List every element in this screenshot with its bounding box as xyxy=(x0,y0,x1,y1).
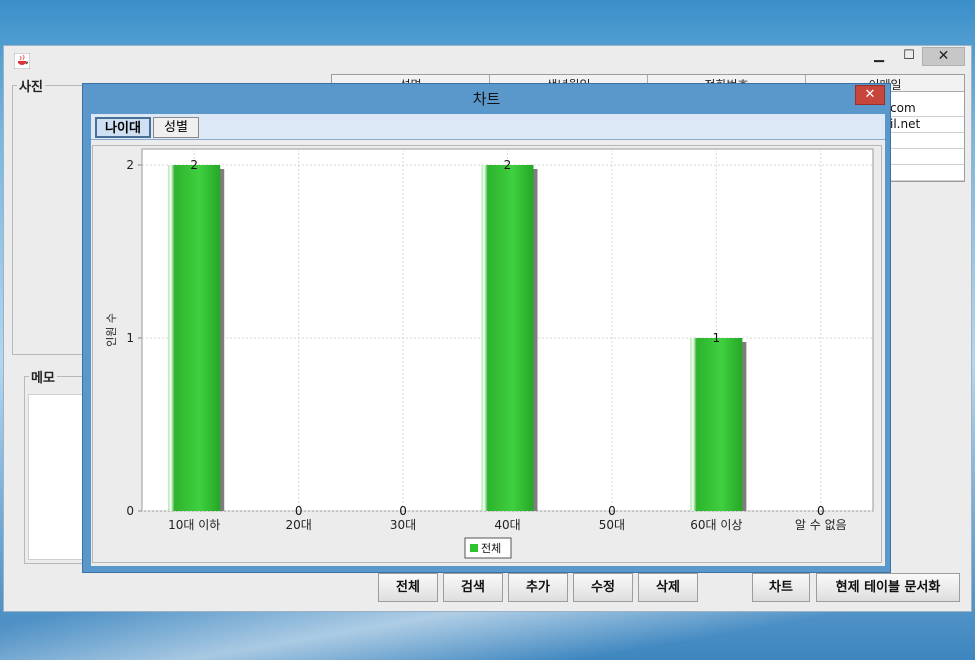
chart-dialog: 차트 ✕ 나이대 성별 0 1 2 인원 수 2 10대 이하 0 20대 0 30대 2 40대 0… xyxy=(82,83,891,573)
y-tick-label: 1 xyxy=(126,331,134,345)
x-tick-label: 10대 이하 xyxy=(168,518,220,532)
email-cell: com xyxy=(890,101,916,115)
main-close-button[interactable]: ✕ xyxy=(922,47,965,66)
x-tick-label: 60대 이상 xyxy=(690,518,742,532)
java-cup-icon xyxy=(14,53,30,69)
data-label: 0 xyxy=(399,504,407,518)
data-label: 2 xyxy=(504,158,512,172)
legend-label: 전체 xyxy=(481,542,501,555)
maximize-button[interactable]: ☐ xyxy=(896,47,922,67)
x-tick-label: 50대 xyxy=(599,518,625,532)
bar xyxy=(481,165,534,511)
dialog-close-button[interactable]: ✕ xyxy=(855,85,885,105)
data-label: 1 xyxy=(713,331,721,345)
data-label: 0 xyxy=(817,504,825,518)
bar xyxy=(168,165,221,511)
y-axis-label: 인원 수 xyxy=(105,313,118,347)
delete-button[interactable]: 삭제 xyxy=(638,573,698,602)
memo-group-label: 메모 xyxy=(31,371,55,386)
y-tick-label: 0 xyxy=(126,504,134,518)
close-icon: ✕ xyxy=(864,87,876,102)
search-button[interactable]: 검색 xyxy=(443,573,503,602)
dialog-title: 차트 xyxy=(472,90,501,108)
data-label: 2 xyxy=(190,158,198,172)
add-button[interactable]: 추가 xyxy=(508,573,568,602)
x-tick-label: 알 수 없음 xyxy=(795,518,847,532)
x-tick-label: 20대 xyxy=(285,518,311,532)
age-group-chart: 012인원 수 210대 이하020대030대240대050대160대 이상0알… xyxy=(105,148,874,559)
tab-gender[interactable]: 성별 xyxy=(153,117,199,138)
bar xyxy=(690,338,743,511)
export-table-button[interactable]: 현제 테이블 문서화 xyxy=(816,573,960,602)
chart-panel: 0 1 2 인원 수 2 10대 이하 0 20대 0 30대 2 40대 0 50대 1 60대 이상 0 알… xyxy=(92,145,882,563)
y-tick-label: 2 xyxy=(126,158,134,172)
chart-button[interactable]: 차트 xyxy=(752,573,810,602)
tab-bar: 나이대 성별 xyxy=(91,114,885,140)
tab-age-group[interactable]: 나이대 xyxy=(95,117,151,138)
x-tick-label: 30대 xyxy=(390,518,416,532)
email-cell: il.net xyxy=(890,117,921,131)
photo-group-label: 사진 xyxy=(19,80,43,95)
minimize-button[interactable]: ▁ xyxy=(866,47,892,67)
data-label: 0 xyxy=(295,504,303,518)
dialog-content: 나이대 성별 0 1 2 인원 수 2 10대 이하 0 20대 0 30대 2 40대 0 50대 1 6… xyxy=(91,114,885,566)
show-all-button[interactable]: 전체 xyxy=(378,573,438,602)
edit-button[interactable]: 수정 xyxy=(573,573,633,602)
data-label: 0 xyxy=(608,504,616,518)
x-tick-label: 40대 xyxy=(494,518,520,532)
legend-swatch xyxy=(470,544,478,552)
